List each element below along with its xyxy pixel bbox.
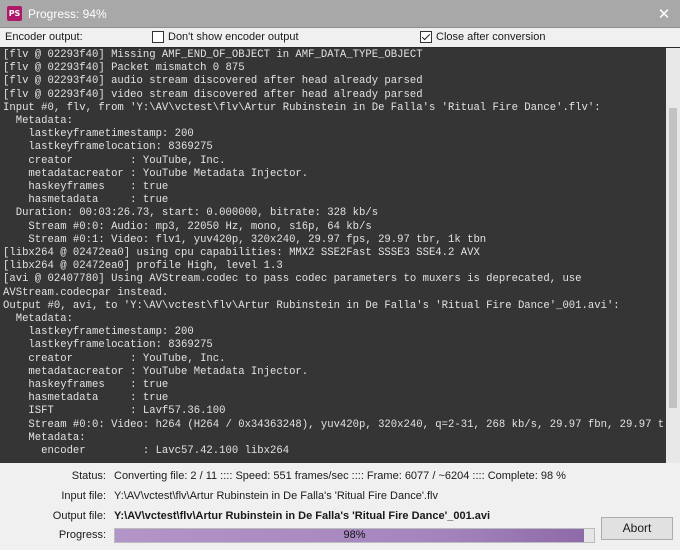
console-line: lastkeyframetimestamp: 200 [3,128,194,141]
console-line: Stream #0:0: Video: h264 (H264 / 0x34363… [3,418,663,431]
console-line: lastkeyframetimestamp: 200 [3,326,194,339]
console-line: metadatacreator : YouTube Metadata Injec… [3,167,309,180]
console-line: [flv @ 02293f40] audio stream discovered… [3,75,423,88]
console-line: hasmetadata : true [3,194,169,207]
progress-window: PS Progress: 94% ✕ Encoder output: Don't… [0,0,680,550]
console-line: [avi @ 02407780] Using AVStream.codec to… [3,273,582,286]
console-line: Output #0, avi, to 'Y:\AV\vctest\flv\Art… [3,299,620,312]
console-line: [flv @ 02293f40] Packet mismatch 0 875 [3,62,245,75]
console-line: encoder : Lavc57.42.100 libx264 [3,445,290,458]
title-bar[interactable]: PS Progress: 94% ✕ [0,0,680,28]
progress-bar: 98% [114,528,595,543]
console-line: Input #0, flv, from 'Y:\AV\vctest\flv\Ar… [3,101,601,114]
console-line: Duration: 00:03:26.73, start: 0.000000, … [3,207,379,220]
encoder-output-console[interactable]: [flv @ 02293f40] Missing AMF_END_OF_OBJE… [0,47,680,463]
console-line: Metadata: [3,115,73,128]
abort-button[interactable]: Abort [601,517,673,540]
console-line: [libx264 @ 02472ea0] using cpu capabilit… [3,247,480,260]
console-line: haskeyframes : true [3,181,169,194]
console-line: metadatacreator : YouTube Metadata Injec… [3,365,309,378]
checkbox-box[interactable] [152,31,164,43]
checkbox-box[interactable] [420,31,432,43]
console-line: [flv @ 02293f40] Missing AMF_END_OF_OBJE… [3,49,423,61]
output-file-value: Y:\AV\vctest\flv\Artur Rubinstein in De … [114,510,491,522]
console-line: [libx264 @ 02472ea0] profile High, level… [3,260,283,273]
status-row: Status: Converting file: 2 / 11 :::: Spe… [0,468,680,484]
console-line: Metadata: [3,313,73,326]
close-icon[interactable]: ✕ [648,0,680,28]
window-title: Progress: 94% [28,7,107,21]
close-after-conversion-label: Close after conversion [436,31,546,43]
progress-label: Progress: [58,529,106,541]
input-file-row: Input file: Y:\AV\vctest\flv\Artur Rubin… [0,488,680,504]
progress-row: Progress: 98% [0,527,680,543]
console-scrollbar[interactable] [666,48,680,463]
app-icon: PS [7,6,22,21]
console-line: creator : YouTube, Inc. [3,352,226,365]
console-line: Stream #0:1: Video: flv1, yuv420p, 320x2… [3,233,487,246]
console-line: creator : YouTube, Inc. [3,154,226,167]
console-line: [flv @ 02293f40] video stream discovered… [3,88,423,101]
console-line: ISFT : Lavf57.36.100 [3,405,226,418]
output-file-label: Output file: [52,510,106,522]
input-file-value: Y:\AV\vctest\flv\Artur Rubinstein in De … [114,490,438,502]
console-line: lastkeyframelocation: 8369275 [3,339,213,352]
dont-show-encoder-output-checkbox[interactable]: Don't show encoder output [152,30,299,44]
status-value: Converting file: 2 / 11 :::: Speed: 551 … [114,470,566,482]
console-line: Metadata: [3,431,86,444]
scrollbar-thumb[interactable] [669,108,677,408]
dont-show-encoder-output-label: Don't show encoder output [168,31,299,43]
console-line: hasmetadata : true [3,392,169,405]
console-line: haskeyframes : true [3,379,169,392]
console-line: lastkeyframelocation: 8369275 [3,141,213,154]
console-log: [flv @ 02293f40] Missing AMF_END_OF_OBJE… [3,49,663,463]
options-row: Encoder output: Don't show encoder outpu… [0,28,680,46]
encoder-output-label: Encoder output: [5,31,83,43]
input-file-label: Input file: [61,490,106,502]
output-file-row: Output file: Y:\AV\vctest\flv\Artur Rubi… [0,508,680,524]
progress-percent: 98% [343,529,366,541]
console-line: Stream #0:0: Audio: mp3, 22050 Hz, mono,… [3,220,372,233]
close-after-conversion-checkbox[interactable]: Close after conversion [420,30,545,44]
status-label: Status: [71,470,106,482]
console-line: AVStream.codecpar instead. [3,286,169,299]
